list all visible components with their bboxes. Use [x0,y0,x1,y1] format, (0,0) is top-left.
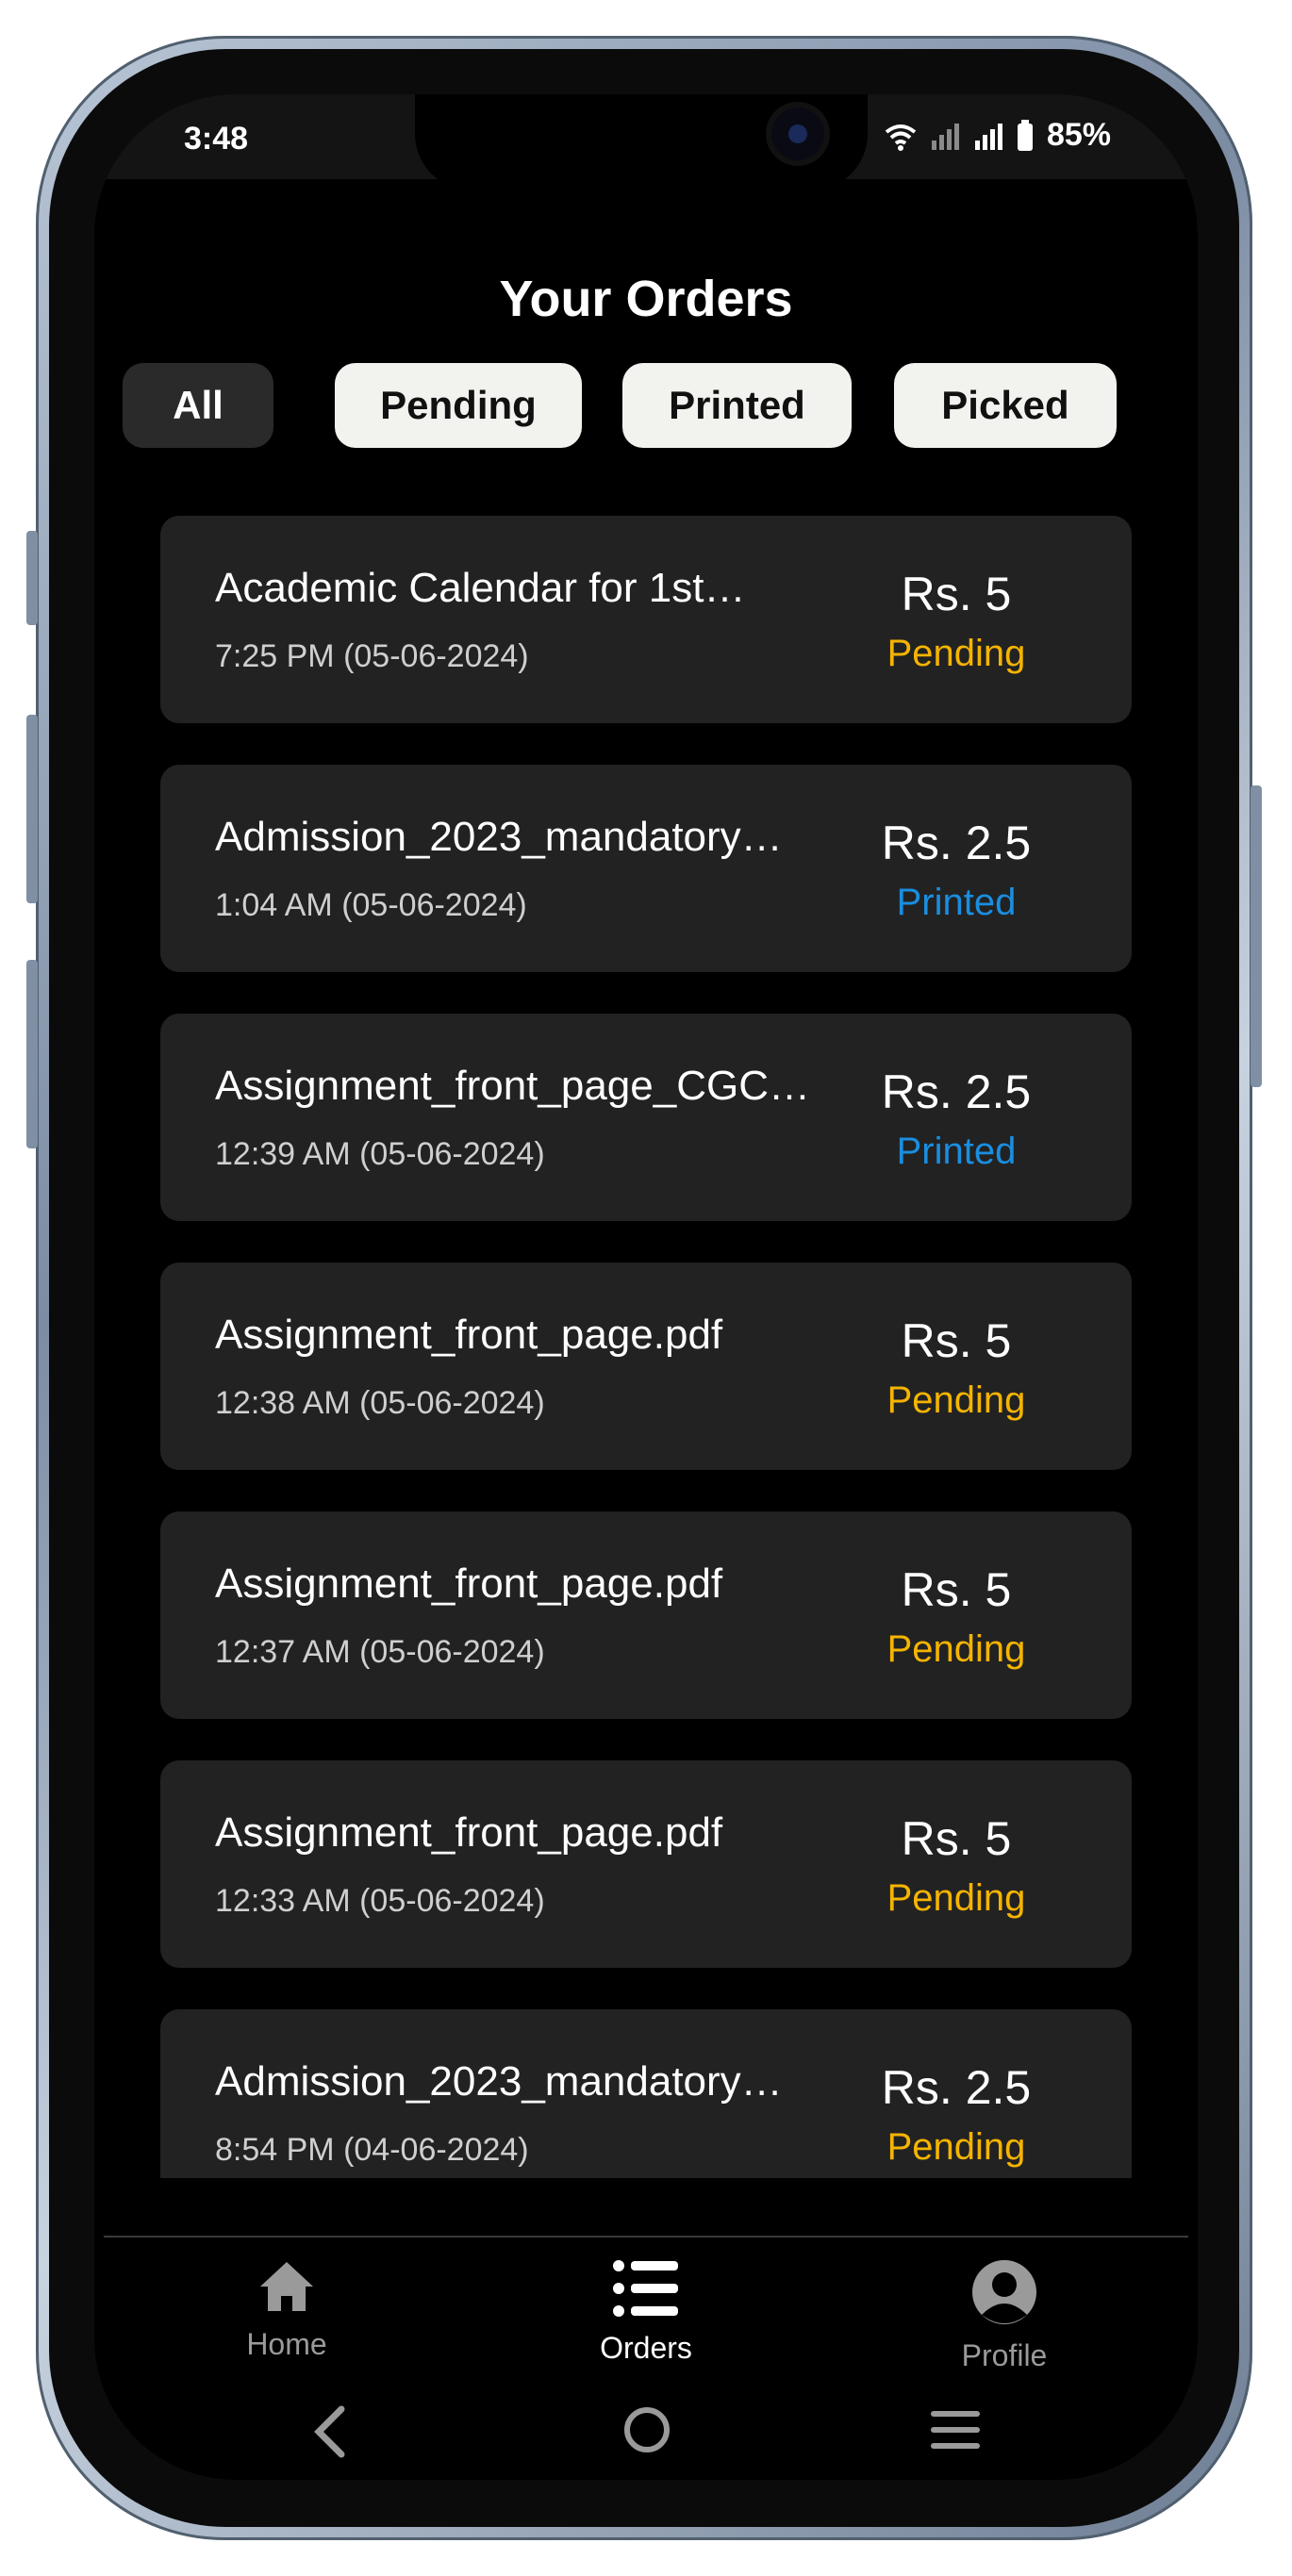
nav-item-home[interactable]: Home [174,2258,400,2362]
filter-tab-pending[interactable]: Pending [335,363,582,448]
order-card[interactable]: Assignment_front_page.pdf 12:33 AM (05-0… [160,1760,1132,1968]
order-title: Admission_2023_mandatory… [215,2058,783,2105]
battery-percentage: 85% [1046,117,1111,153]
order-price: Rs. 5 [901,1314,1012,1367]
order-price: Rs. 2.5 [881,1065,1032,1118]
order-time: 12:38 AM (05-06-2024) [215,1385,545,1421]
page-title: Your Orders [499,271,793,327]
volume-up-button [26,715,38,903]
order-status: Pending [886,1877,1026,1919]
status-icons: 85% [885,117,1111,154]
order-time: 8:54 PM (04-06-2024) [215,2132,529,2168]
order-time: 12:33 AM (05-06-2024) [215,1883,545,1919]
order-price: Rs. 2.5 [881,2061,1032,2114]
battery-icon [1017,119,1033,151]
order-price: Rs. 5 [901,568,1012,620]
filter-tab-printed[interactable]: Printed [622,363,852,448]
order-card[interactable]: Assignment_front_page.pdf 12:38 AM (05-0… [160,1263,1132,1470]
order-card[interactable]: Assignment_front_page_CGC… 12:39 AM (05-… [160,1014,1132,1221]
home-button-icon[interactable] [622,2405,671,2454]
nav-item-orders[interactable]: Orders [533,2258,759,2366]
order-title: Assignment_front_page.pdf [215,1312,723,1358]
clock: 3:48 [184,121,249,157]
wifi-icon [885,124,917,151]
order-time: 12:39 AM (05-06-2024) [215,1136,545,1172]
order-status: Printed [896,1131,1017,1172]
notch [415,94,868,190]
list-icon [613,2260,678,2317]
order-title: Academic Calendar for 1st… [215,565,746,611]
order-time: 1:04 AM (05-06-2024) [215,887,527,923]
orders-list[interactable]: Academic Calendar for 1st… 7:25 PM (05-0… [160,516,1132,2178]
filter-tab-all[interactable]: All [123,363,273,448]
order-status: Pending [886,2126,1026,2168]
order-title: Assignment_front_page_CGC… [215,1063,810,1109]
order-title: Assignment_front_page.pdf [215,1560,723,1607]
order-card[interactable]: Academic Calendar for 1st… 7:25 PM (05-0… [160,516,1132,723]
status-bar: 3:48 85% [94,94,1198,190]
app-screen: 3:48 85% Your Orders All Pending Printed… [94,94,1198,2480]
nav-label-orders: Orders [600,2331,692,2365]
signal-weak-icon [931,123,959,150]
order-price: Rs. 2.5 [881,817,1032,869]
nav-label-profile: Profile [961,2338,1048,2372]
order-card[interactable]: Assignment_front_page.pdf 12:37 AM (05-0… [160,1511,1132,1719]
filter-tab-picked[interactable]: Picked [894,363,1117,448]
order-card[interactable]: Admission_2023_mandatory… 1:04 AM (05-06… [160,765,1132,972]
order-title: Admission_2023_mandatory… [215,814,783,860]
signal-icon [974,123,1002,150]
order-status: Pending [886,1628,1026,1670]
order-time: 7:25 PM (05-06-2024) [215,638,529,674]
bottom-nav-divider [104,2236,1188,2237]
order-price: Rs. 5 [901,1563,1012,1616]
recent-apps-icon[interactable] [929,2409,982,2451]
volume-down-button [26,960,38,1148]
home-icon [260,2262,313,2311]
profile-icon [972,2260,1036,2324]
order-card[interactable]: Admission_2023_mandatory… 8:54 PM (04-06… [160,2009,1132,2178]
nav-item-profile[interactable]: Profile [891,2258,1118,2373]
order-status: Pending [886,1379,1026,1421]
order-price: Rs. 5 [901,1812,1012,1865]
front-camera [771,107,824,160]
back-icon[interactable] [311,2405,349,2458]
system-nav-bar [94,2388,1198,2473]
order-status: Pending [886,633,1026,674]
nav-label-home: Home [246,2327,327,2361]
order-title: Assignment_front_page.pdf [215,1809,723,1856]
order-status: Printed [896,882,1017,923]
power-button [1251,785,1262,1087]
silent-switch [26,531,38,625]
order-time: 12:37 AM (05-06-2024) [215,1634,545,1670]
